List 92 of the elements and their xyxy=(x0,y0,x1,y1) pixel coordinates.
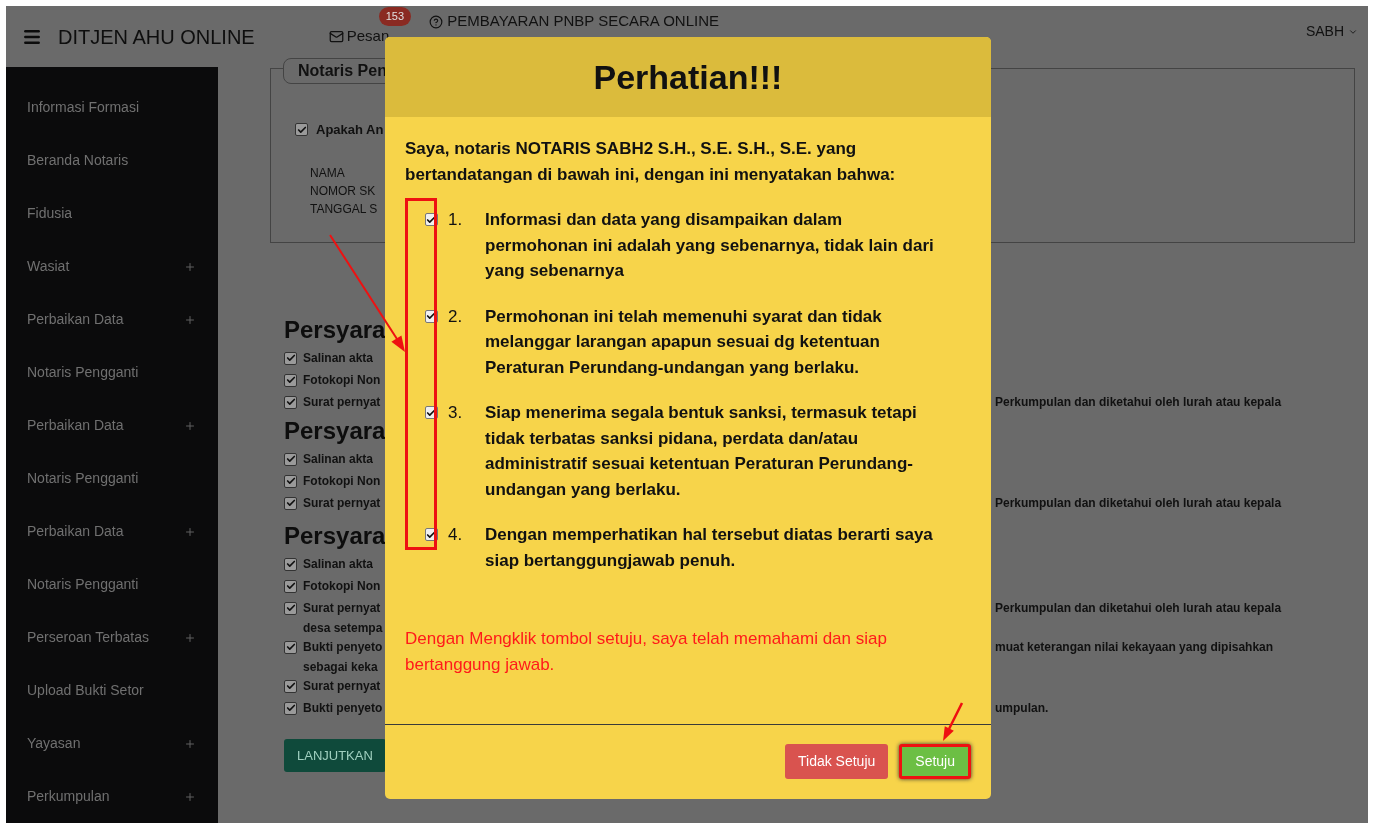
statement-number: 4. xyxy=(448,524,464,546)
sidebar-item[interactable]: Upload Bukti Setor xyxy=(27,680,144,701)
statement-text: Siap menerima segala bentuk sanksi, termasuk tetapi tidak terbatas sanksi pidana, perdata dan/atau administratif sesuai ketentuan Peraturan Perundang-undangan yang berlaku. xyxy=(485,402,918,501)
requirement-text: Surat pernyat xyxy=(303,600,381,617)
checkbox[interactable] xyxy=(284,601,297,615)
statement-number: 2. xyxy=(448,305,464,328)
checkmark-icon xyxy=(426,214,436,225)
statement-number: 3. xyxy=(448,402,464,424)
checkmark-icon xyxy=(285,681,296,691)
checkmark-icon xyxy=(285,642,296,652)
requirement-text: muat keterangan nilai kekayaan yang dipisahkan xyxy=(995,639,1274,656)
sidebar-item[interactable]: Perbaikan Data xyxy=(27,415,124,436)
checkbox[interactable] xyxy=(284,679,297,693)
checkmark-icon xyxy=(426,311,436,321)
sidebar-item[interactable]: Yayasan xyxy=(27,733,81,754)
checkbox[interactable] xyxy=(284,557,297,571)
checkmark-icon xyxy=(285,454,296,464)
statement-text: Dengan memperhatikan hal tersebut diatas berarti saya siap bertanggungjawab penuh. xyxy=(485,524,934,572)
requirement-text: Perkumpulan dan diketahui oleh lurah atau kepala xyxy=(995,495,1282,512)
arrow-annotation xyxy=(943,702,964,741)
checkmark-icon xyxy=(285,476,296,486)
user-menu[interactable]: SABH xyxy=(1305,21,1344,42)
checkmark-icon xyxy=(285,498,296,508)
checkbox[interactable] xyxy=(284,701,297,715)
section-heading: Persyara xyxy=(284,314,386,345)
intro-text: Saya, notaris NOTARIS SABH2 S.H., S.E. S.H., S.E. yang bertandatangan di bawah ini, dengan ini menyatakan bahwa: xyxy=(405,138,897,186)
checkbox-label: Apakah An xyxy=(316,121,384,139)
requirement-text: Surat pernyat xyxy=(303,394,381,411)
warning-text: Dengan Mengklik tombol setuju, saya telah memahami dan siap bertanggung jawab. xyxy=(405,628,888,676)
sidebar-item[interactable]: Notaris Pengganti xyxy=(27,574,139,595)
mail-icon xyxy=(328,29,344,44)
field-label: TANGGAL S xyxy=(310,200,378,218)
disagree-button[interactable]: Tidak Setuju xyxy=(785,744,889,779)
requirement-text: Perkumpulan dan diketahui oleh lurah atau kepala xyxy=(995,394,1282,411)
checkbox[interactable] xyxy=(284,474,297,488)
checkmark-icon xyxy=(285,353,296,363)
field-label: NAMA xyxy=(310,164,345,182)
requirement-text: Surat pernyat xyxy=(303,495,381,512)
requirement-text: Surat pernyat xyxy=(303,678,381,695)
modal-title: Perhatian!!! xyxy=(593,56,783,98)
checkbox[interactable] xyxy=(284,579,297,593)
checkmark-icon xyxy=(285,397,296,407)
sidebar-item[interactable]: Beranda Notaris xyxy=(27,150,129,171)
sidebar-item[interactable]: Informasi Formasi xyxy=(27,97,140,118)
checkmark-icon xyxy=(285,559,296,569)
statement-number: 1. xyxy=(448,209,464,231)
requirement-text: umpulan. xyxy=(995,700,1049,717)
checkmark-icon xyxy=(296,124,307,135)
sidebar-item[interactable]: Fidusia xyxy=(27,203,73,224)
requirement-text: Fotokopi Non xyxy=(303,578,381,595)
messages-link[interactable]: Pesan xyxy=(346,25,390,48)
sidebar-item[interactable]: Notaris Pengganti xyxy=(27,468,139,489)
checkbox[interactable] xyxy=(284,452,297,466)
statement-text: Informasi dan data yang disampaikan dalam permohonan ini adalah yang sebenarnya, tidak lain dari yang sebenarnya xyxy=(485,209,935,282)
sidebar-item[interactable]: Perbaikan Data xyxy=(27,309,124,330)
checkmark-icon xyxy=(285,603,296,613)
sidebar-item[interactable]: Perseroan Terbatas xyxy=(27,627,149,648)
sidebar-item[interactable]: Notaris Pengganti xyxy=(27,362,139,383)
requirement-text: Fotokopi Non xyxy=(303,473,381,490)
sidebar-item[interactable]: Perbaikan Data xyxy=(27,521,124,542)
checkmark-icon xyxy=(285,703,296,713)
checkmark-icon xyxy=(426,529,436,540)
requirement-text: Bukti penyeto xyxy=(303,700,383,717)
payment-link[interactable]: PEMBAYARAN PNBP SECARA ONLINE xyxy=(447,10,719,33)
requirement-text: Salinan akta xyxy=(303,350,374,367)
checkbox[interactable] xyxy=(284,395,297,409)
checkbox[interactable] xyxy=(295,123,308,137)
requirement-text: Fotokopi Non xyxy=(303,372,381,389)
sidebar-item[interactable]: Wasiat xyxy=(27,256,70,277)
checkmark-icon xyxy=(285,581,296,591)
requirement-text: desa setempa xyxy=(303,619,383,637)
field-label: NOMOR SK xyxy=(310,182,376,200)
help-icon xyxy=(429,14,444,29)
requirement-text: Salinan akta xyxy=(303,556,374,573)
requirement-text: Perkumpulan dan diketahui oleh lurah atau kepala xyxy=(995,600,1282,617)
continue-button[interactable]: LANJUTKAN xyxy=(284,739,386,772)
requirement-text: Bukti penyeto xyxy=(303,639,383,656)
agree-button[interactable]: Setuju xyxy=(899,744,971,779)
message-count-badge: 153 xyxy=(378,7,412,26)
checkmark-icon xyxy=(426,407,436,418)
checkbox[interactable] xyxy=(284,373,297,387)
sidebar-item[interactable]: Perkumpulan xyxy=(27,786,110,807)
checkbox[interactable] xyxy=(284,351,297,365)
checkmark-icon xyxy=(285,375,296,385)
requirement-text: Salinan akta xyxy=(303,451,374,468)
brand-title[interactable]: DITJEN AHU ONLINE xyxy=(58,21,255,52)
requirement-text: sebagai keka xyxy=(303,658,378,676)
checkbox[interactable] xyxy=(284,496,297,510)
checkbox[interactable] xyxy=(284,640,297,654)
section-heading: Persyara xyxy=(284,415,386,446)
section-heading: Persyara xyxy=(284,520,386,551)
statement-text: Permohonan ini telah memenuhi syarat dan tidak melanggar larangan apapun sesuai dg ketentuan Peraturan Perundang-undangan yang berlaku. xyxy=(485,305,883,379)
